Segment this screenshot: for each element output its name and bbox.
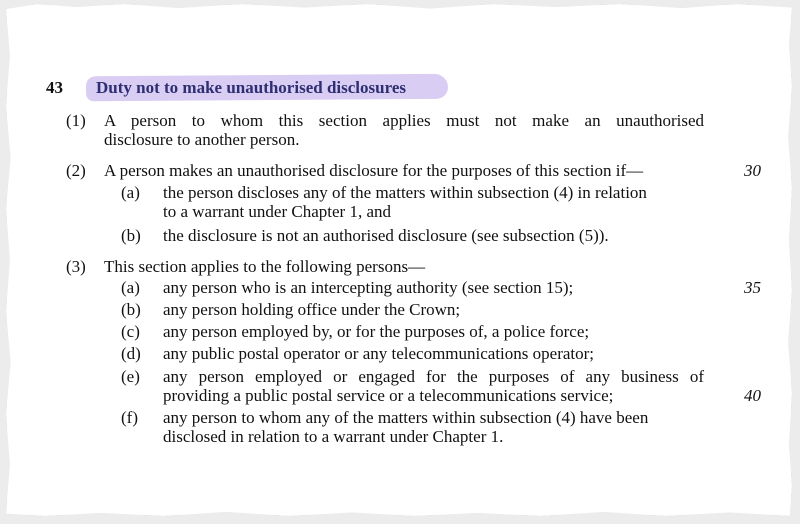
subsection-label: (2) — [66, 161, 86, 180]
paragraph-label: (c) — [121, 322, 140, 341]
paragraph-text: providing a public postal service or a t… — [163, 386, 614, 405]
paragraph-label: (d) — [121, 344, 141, 363]
section-number: 43 — [46, 78, 63, 97]
paragraph-text: any person who is an intercepting author… — [163, 278, 574, 297]
paragraph-label: (b) — [121, 226, 141, 245]
paragraph-text: any public postal operator or any teleco… — [163, 344, 595, 363]
paragraph-label: (a) — [121, 278, 140, 297]
paragraph-text: any person holding office under the Crow… — [163, 300, 461, 319]
subsection-text: A person makes an unauthorised disclosur… — [104, 161, 644, 180]
section-title: Duty not to make unauthorised disclosure… — [96, 78, 406, 97]
paragraph-label: (b) — [121, 300, 141, 319]
subsection-text: disclosure to another person. — [104, 130, 300, 149]
subsection-text: This section applies to the following pe… — [104, 257, 426, 276]
paragraph-label: (f) — [121, 408, 138, 427]
paragraph-text: any person employed by, or for the purpo… — [163, 322, 590, 341]
line-number: 40 — [744, 386, 761, 405]
paragraph-label: (a) — [121, 183, 140, 202]
paragraph-label: (e) — [121, 367, 140, 386]
subsection-label: (1) — [66, 111, 86, 130]
subsection-label: (3) — [66, 257, 86, 276]
paragraph-text: to a warrant under Chapter 1, and — [163, 202, 391, 221]
line-number: 35 — [744, 278, 761, 297]
paragraph-text: disclosed in relation to a warrant under… — [163, 427, 504, 446]
paragraph-text: the disclosure is not an authorised disc… — [163, 226, 609, 245]
line-number: 30 — [744, 161, 761, 180]
